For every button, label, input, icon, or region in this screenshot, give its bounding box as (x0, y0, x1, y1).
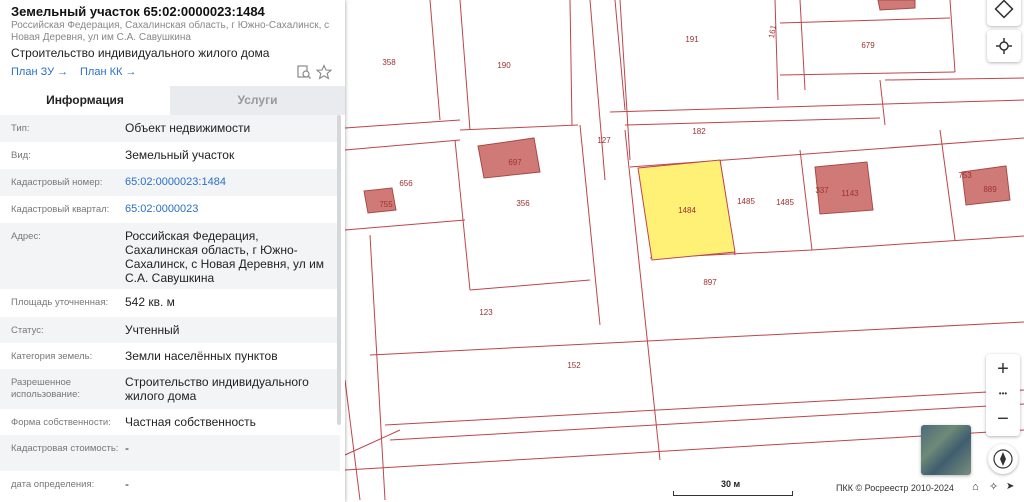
cadastral-quarter-link[interactable]: 65:02:0000023 (125, 202, 330, 216)
zoom-control: + ••• − (986, 354, 1020, 436)
info-value: Российская Федерация, Сахалинская област… (125, 229, 325, 285)
parcel-number: 889 (983, 185, 997, 194)
ruler-icon (994, 0, 1014, 19)
parcel-number: 1485 (737, 197, 755, 206)
compass-icon (993, 449, 1013, 469)
parcel-number: 697 (508, 158, 522, 167)
parcel-number: 656 (399, 179, 413, 188)
info-panel: Земельный участок 65:02:0000023:1484 Рос… (0, 0, 345, 502)
info-value: Строительство индивидуального жилого дом… (125, 375, 309, 403)
arrow-right-icon: → (57, 66, 69, 78)
parcel-number: 897 (703, 278, 717, 287)
panel-address: Российская Федерация, Сахалинская област… (11, 20, 330, 43)
parcel-number: 753 (958, 171, 972, 180)
parcel-number: 182 (692, 127, 706, 136)
info-label: Адрес: (11, 231, 41, 242)
parcel-number: 152 (567, 361, 581, 370)
info-row-type: Тип: Объект недвижимости (0, 115, 340, 142)
tab-info[interactable]: Информация (0, 86, 170, 115)
cadastral-number-link[interactable]: 65:02:0000023:1484 (125, 175, 330, 189)
info-label: дата определения: (11, 479, 95, 490)
direction-icon[interactable]: ➤ (1006, 481, 1014, 492)
plan-kk-link[interactable]: План КК → (80, 66, 136, 78)
info-row-cadastral-value: Кадастровая стоимость: - (0, 435, 340, 471)
info-value: - (125, 441, 129, 455)
info-value: Земельный участок (125, 148, 235, 162)
info-label: Категория земель: (11, 351, 93, 362)
panel-tabs: Информация Услуги (0, 86, 345, 115)
parcel-number: 356 (516, 199, 530, 208)
attribution: ПКК © Росреестр 2010-2024 (836, 483, 954, 493)
info-row-cadastral-quarter: Кадастровый квартал: 65:02:0000023 (0, 196, 340, 223)
panel-scrollbar[interactable] (337, 115, 341, 425)
locate-icon[interactable]: ✧ (989, 480, 998, 493)
info-value: Объект недвижимости (125, 121, 251, 135)
parcel-number: 127 (597, 136, 611, 145)
info-label: Статус: (11, 325, 44, 336)
info-row-ownership: Форма собственности: Частная собственнос… (0, 409, 340, 435)
info-label: Тип: (11, 123, 30, 134)
ruler-control[interactable] (987, 0, 1021, 26)
info-table: Тип: Объект недвижимости Вид: Земельный … (0, 115, 340, 497)
compass-control[interactable] (988, 444, 1018, 474)
parcel-number: 755 (379, 200, 393, 209)
parcel-number: 123 (479, 308, 493, 317)
panel-title: Земельный участок 65:02:0000023:1484 (11, 4, 265, 19)
parcel-number: 358 (382, 58, 396, 67)
parcel-number: 1143 (841, 189, 859, 198)
info-value: Учтенный (125, 323, 180, 337)
parcel-number: 679 (861, 41, 875, 50)
info-row-valuation-date: дата определения: - (0, 471, 340, 497)
info-label: Кадастровый квартал: (11, 204, 110, 215)
tab-services[interactable]: Услуги (170, 86, 345, 115)
crosshair-control[interactable] (987, 30, 1021, 62)
search-document-icon[interactable] (296, 64, 312, 80)
info-label: Вид: (11, 150, 31, 161)
info-value: Земли населённых пунктов (125, 349, 278, 363)
info-row-status: Статус: Учтенный (0, 317, 340, 343)
info-value: Частная собственность (125, 415, 256, 429)
star-icon[interactable] (316, 64, 332, 80)
info-row-cadastral-number: Кадастровый номер: 65:02:0000023:1484 (0, 169, 340, 196)
parcel-number: 190 (497, 61, 511, 70)
zoom-in-button[interactable]: + (986, 356, 1020, 382)
info-row-permitted-use: Разрешенное использование: Строительство… (0, 369, 340, 409)
info-value: 542 кв. м (125, 295, 175, 309)
parcel-number: 337 (815, 186, 829, 195)
minimap-thumbnail[interactable] (921, 425, 971, 475)
plan-kk-label: План КК (80, 66, 123, 78)
plan-zu-link[interactable]: План ЗУ → (11, 66, 68, 78)
info-row-area: Площадь уточненная: 542 кв. м (0, 289, 340, 317)
crosshair-icon (996, 38, 1012, 54)
plan-zu-label: План ЗУ (11, 66, 55, 78)
info-row-kind: Вид: Земельный участок (0, 142, 340, 169)
arrow-right-icon: → (125, 66, 137, 78)
home-icon[interactable]: ⌂ (972, 481, 979, 493)
info-label: Площадь уточненная: (11, 297, 109, 308)
zoom-out-button[interactable]: − (986, 406, 1020, 432)
info-row-land-category: Категория земель: Земли населённых пункт… (0, 343, 340, 369)
info-label: Кадастровая стоимость: (11, 443, 119, 454)
parcel-number: 1485 (776, 198, 794, 207)
parcel-number: 191 (685, 35, 699, 44)
scale-bar (673, 491, 793, 496)
info-label: Кадастровый номер: (11, 177, 103, 188)
info-row-address: Адрес: Российская Федерация, Сахалинская… (0, 223, 340, 289)
info-label: Форма собственности: (11, 417, 111, 428)
info-value: - (125, 477, 129, 491)
info-label: Разрешенное использование: (11, 377, 81, 400)
zoom-more-button[interactable]: ••• (986, 384, 1020, 404)
panel-purpose: Строительство индивидуального жилого дом… (11, 46, 270, 60)
parcel-number: 1484 (678, 206, 696, 215)
scale-label: 30 м (721, 479, 741, 489)
